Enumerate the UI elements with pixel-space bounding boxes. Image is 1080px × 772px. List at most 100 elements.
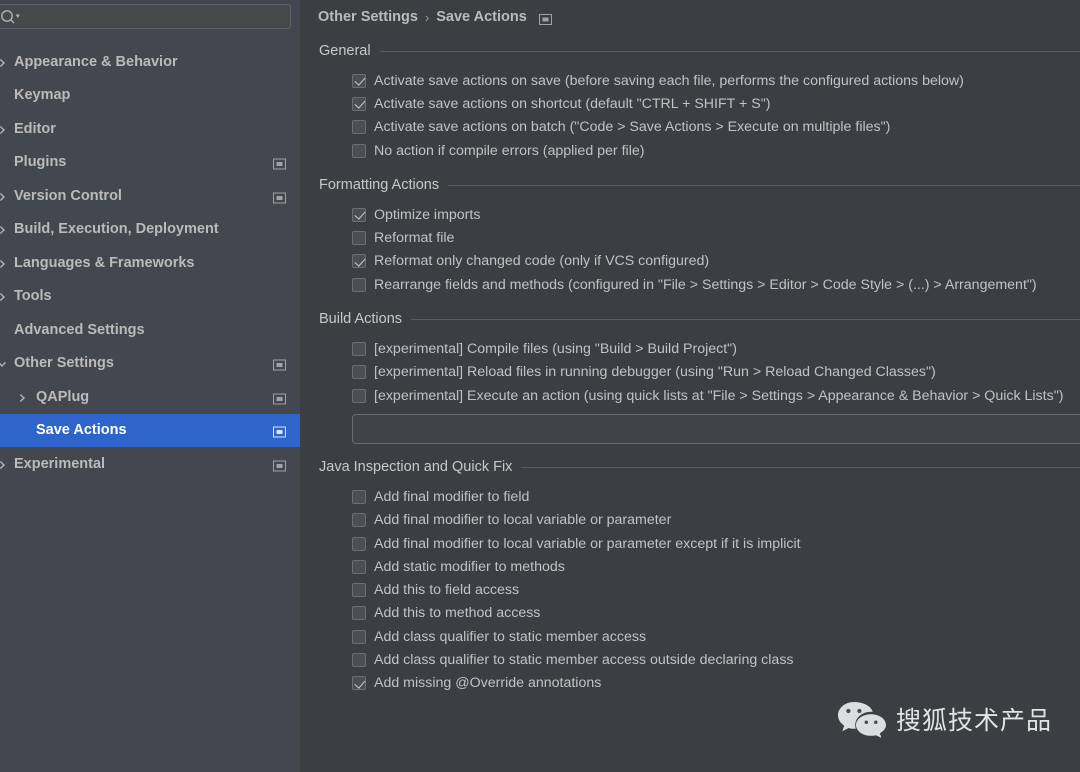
watermark-text: 搜狐技术产品	[896, 701, 1052, 737]
checkbox[interactable]	[352, 254, 366, 268]
sidebar-item-plugins[interactable]: Plugins	[0, 146, 300, 180]
checkbox-row[interactable]: [experimental] Compile files (using "Bui…	[319, 337, 1080, 360]
checkbox[interactable]	[352, 231, 366, 245]
checkbox-row[interactable]: Add final modifier to field	[319, 485, 1080, 508]
checkbox-row[interactable]: Reformat file	[319, 226, 1080, 249]
checkbox[interactable]	[352, 560, 366, 574]
checkbox-row[interactable]: Add final modifier to local variable or …	[319, 532, 1080, 555]
checkbox-label: Add class qualifier to static member acc…	[374, 652, 794, 668]
sidebar-item-keymap[interactable]: Keymap	[0, 79, 300, 113]
checkbox-row[interactable]: Add missing @Override annotations	[319, 672, 1080, 695]
chevron-right-icon[interactable]	[0, 190, 8, 202]
checkbox-label: Reformat file	[374, 230, 454, 246]
checkbox[interactable]	[352, 583, 366, 597]
checkbox-row[interactable]: Activate save actions on save (before sa…	[319, 69, 1080, 92]
sidebar-item-build-execution-deployment[interactable]: Build, Execution, Deployment	[0, 213, 300, 247]
checkbox-row[interactable]: Add final modifier to local variable or …	[319, 509, 1080, 532]
settings-window-icon[interactable]	[273, 358, 286, 369]
checkbox[interactable]	[352, 208, 366, 222]
section-title: Java Inspection and Quick Fix	[319, 459, 521, 475]
checkbox-row[interactable]: Add static modifier to methods	[319, 555, 1080, 578]
section-rows: Add final modifier to fieldAdd final mod…	[319, 485, 1080, 695]
checkbox-label: Add final modifier to local variable or …	[374, 536, 801, 552]
checkbox[interactable]	[352, 365, 366, 379]
checkbox-label: [experimental] Reload files in running d…	[374, 364, 936, 380]
checkbox-label: Activate save actions on shortcut (defau…	[374, 96, 770, 112]
settings-dialog: Appearance & Behavior Keymap Editor Plugins…	[0, 0, 1080, 772]
sidebar-item-version-control[interactable]: Version Control	[0, 179, 300, 213]
chevron-right-icon[interactable]	[16, 391, 28, 403]
sidebar-item-save-actions[interactable]: Save Actions	[0, 414, 300, 448]
quick-list-input[interactable]	[352, 414, 1080, 444]
checkbox[interactable]	[352, 120, 366, 134]
chevron-right-icon[interactable]	[0, 458, 8, 470]
sidebar-item-editor[interactable]: Editor	[0, 112, 300, 146]
checkbox-row[interactable]: Rearrange fields and methods (configured…	[319, 273, 1080, 296]
sidebar-item-languages-frameworks[interactable]: Languages & Frameworks	[0, 246, 300, 280]
settings-window-icon[interactable]	[273, 391, 286, 402]
checkbox[interactable]	[352, 676, 366, 690]
checkbox-row[interactable]: Add this to method access	[319, 602, 1080, 625]
checkbox-label: [experimental] Execute an action (using …	[374, 388, 1063, 404]
sidebar-item-tools[interactable]: Tools	[0, 280, 300, 314]
checkbox-label: Add class qualifier to static member acc…	[374, 629, 646, 645]
checkbox-row[interactable]: Activate save actions on batch ("Code > …	[319, 116, 1080, 139]
checkbox[interactable]	[352, 606, 366, 620]
checkbox-label: Add static modifier to methods	[374, 559, 565, 575]
chevron-right-icon[interactable]	[0, 257, 8, 269]
checkbox-row[interactable]: Optimize imports	[319, 203, 1080, 226]
settings-window-icon[interactable]	[273, 157, 286, 168]
checkbox-label: Reformat only changed code (only if VCS …	[374, 253, 709, 269]
sidebar-item-qaplug[interactable]: QAPlug	[0, 380, 300, 414]
checkbox[interactable]	[352, 144, 366, 158]
chevron-right-icon[interactable]	[0, 223, 8, 235]
search-icon[interactable]	[0, 9, 22, 25]
checkbox[interactable]	[352, 278, 366, 292]
sidebar-item-label: Save Actions	[0, 422, 127, 438]
checkbox[interactable]	[352, 389, 366, 403]
checkbox[interactable]	[352, 513, 366, 527]
checkbox-row[interactable]: Activate save actions on shortcut (defau…	[319, 92, 1080, 115]
checkbox-row[interactable]: Add class qualifier to static member acc…	[319, 625, 1080, 648]
checkbox[interactable]	[352, 490, 366, 504]
chevron-down-icon[interactable]	[0, 357, 8, 369]
section-header: Formatting Actions	[319, 175, 1080, 195]
settings-window-icon[interactable]	[273, 190, 286, 201]
sidebar-item-label: Plugins	[0, 154, 66, 170]
sidebar-item-other-settings[interactable]: Other Settings	[0, 347, 300, 381]
checkbox[interactable]	[352, 74, 366, 88]
sidebar-item-experimental[interactable]: Experimental	[0, 447, 300, 481]
checkbox-row[interactable]: [experimental] Reload files in running d…	[319, 361, 1080, 384]
section-divider	[411, 319, 1080, 320]
checkbox-row[interactable]: [experimental] Execute an action (using …	[319, 384, 1080, 407]
settings-window-icon[interactable]	[273, 425, 286, 436]
checkbox[interactable]	[352, 653, 366, 667]
breadcrumb-parent[interactable]: Other Settings	[318, 9, 418, 25]
sidebar-item-label: Editor	[0, 121, 56, 137]
section-title: General	[319, 43, 380, 59]
sidebar-item-label: Keymap	[0, 87, 70, 103]
checkbox[interactable]	[352, 537, 366, 551]
sidebar-search[interactable]	[0, 2, 295, 28]
checkbox-label: Add this to method access	[374, 605, 540, 621]
section-divider	[521, 467, 1080, 468]
chevron-right-icon[interactable]	[0, 56, 8, 68]
checkbox-row[interactable]: No action if compile errors (applied per…	[319, 139, 1080, 162]
checkbox[interactable]	[352, 97, 366, 111]
checkbox[interactable]	[352, 342, 366, 356]
checkbox-row[interactable]: Add class qualifier to static member acc…	[319, 648, 1080, 671]
section-rows: Optimize imports Reformat file Reformat on…	[319, 203, 1080, 296]
chevron-right-icon[interactable]	[0, 290, 8, 302]
section-rows: [experimental] Compile files (using "Bui…	[319, 337, 1080, 407]
search-input[interactable]	[0, 4, 291, 29]
sidebar-item-appearance-behavior[interactable]: Appearance & Behavior	[0, 45, 300, 79]
settings-window-icon[interactable]	[539, 12, 552, 23]
chevron-right-icon[interactable]	[0, 123, 8, 135]
checkbox[interactable]	[352, 630, 366, 644]
sidebar-item-advanced-settings[interactable]: Advanced Settings	[0, 313, 300, 347]
settings-window-icon[interactable]	[273, 458, 286, 469]
checkbox-label: Activate save actions on batch ("Code > …	[374, 119, 890, 135]
checkbox-row[interactable]: Reformat only changed code (only if VCS …	[319, 250, 1080, 273]
checkbox-row[interactable]: Add this to field access	[319, 578, 1080, 601]
settings-main-panel: Other Settings › Save Actions GeneralAct…	[300, 0, 1080, 772]
